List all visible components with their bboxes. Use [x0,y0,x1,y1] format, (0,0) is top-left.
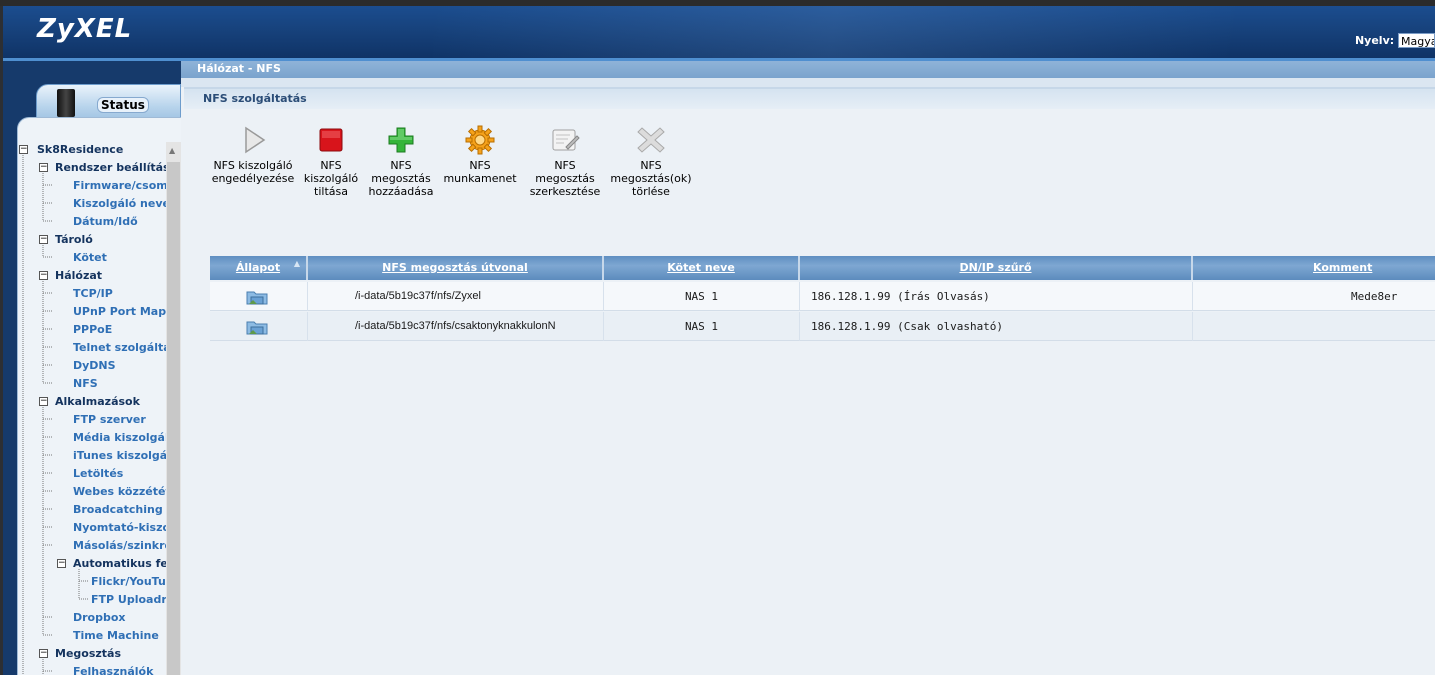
nfs-session-button[interactable]: NFS munkamenet [438,125,522,185]
column-header-filter-label: DN/IP szűrő [959,261,1032,274]
tree-item-time-machine[interactable]: Time Machine [73,629,159,643]
section-header: NFS szolgáltatás [184,87,1435,109]
tree-item-ftp-uploadr[interactable]: FTP Uploadr [91,593,167,607]
tree-item-ftp-server[interactable]: FTP szerver [73,413,146,427]
tree-item-print-server[interactable]: Nyomtató-kiszolgáló [73,521,181,535]
nas-device-icon [57,89,75,117]
language-selector: Nyelv: Magyar [1355,33,1435,48]
tree-item-sharing[interactable]: Megosztás [55,647,121,661]
tree-item-media-server[interactable]: Média kiszolgáló [73,431,176,445]
row-path-cell: /i-data/5b19c37f/nfs/Zyxel [308,282,604,311]
tree-item-users[interactable]: Felhasználók [73,665,153,675]
row-comment-cell [1193,312,1435,341]
add-share-label: NFS megosztás hozzáadása [368,159,434,198]
scroll-up-arrow-icon[interactable]: ▲ [169,146,175,155]
tree-item-network[interactable]: Hálózat [55,269,102,283]
row-status-cell [210,312,308,341]
tree-item-storage[interactable]: Tároló [55,233,93,247]
row-comment-cell: Mede8er [1351,290,1398,303]
column-header-comment[interactable]: Komment [1193,256,1435,280]
tree-toggle-network[interactable]: − [39,271,48,280]
nfs-session-label: NFS munkamenet [443,159,517,185]
disable-nfs-label: NFS kiszolgáló tiltása [303,159,359,198]
tree-item-sk8residence[interactable]: Sk8Residence [37,143,123,157]
disable-nfs-button[interactable]: NFS kiszolgáló tiltása [298,125,364,198]
zyxel-logo: ZyXEL [37,14,133,44]
tree-toggle-auto-upload[interactable]: − [57,559,66,568]
column-header-path-label: NFS megosztás útvonal [382,261,528,274]
tree-item-volume[interactable]: Kötet [73,251,107,265]
scrollbar-thumb[interactable] [167,162,180,675]
add-share-button[interactable]: NFS megosztás hozzáadása [364,125,438,198]
shared-folder-icon [246,321,268,335]
tree-toggle-root[interactable]: − [19,145,28,154]
row-status-cell [210,282,308,311]
tree-item-nfs[interactable]: NFS [73,377,98,391]
shared-folder-icon [246,291,268,305]
tree-scrollbar[interactable]: ▲ [166,142,181,675]
tree-item-dropbox[interactable]: Dropbox [73,611,126,625]
row-filter-cell: 186.128.1.99 (Csak olvasható) [800,312,1193,341]
tree-item-pppoe[interactable]: PPPoE [73,323,112,337]
row-path-cell: /i-data/5b19c37f/nfs/csaktonyknakkulonN [308,312,604,341]
tree-item-dydns[interactable]: DyDNS [73,359,116,373]
nfs-share-table: Állapot ▲ NFS megosztás útvonal Kötet ne… [210,256,1435,346]
enable-nfs-label: NFS kiszolgáló engedélyezése [211,159,295,185]
tree-item-copy-sync[interactable]: Másolás/szinkronizálás [73,539,181,553]
column-header-path[interactable]: NFS megosztás útvonal [308,256,604,280]
section-spacer [181,78,1435,87]
breadcrumb: Hálózat - NFS [197,62,281,75]
sort-ascending-icon: ▲ [293,259,300,268]
tree-toggle-storage[interactable]: − [39,235,48,244]
delete-share-button[interactable]: NFS megosztás(ok) törlése [606,125,696,198]
tree-item-telnet[interactable]: Telnet szolgáltatás [73,341,181,355]
tree-item-itunes[interactable]: iTunes kiszolgáló [73,449,179,463]
main-panel: Hálózat - NFS NFS szolgáltatás NFS kiszo… [181,61,1435,675]
delete-icon [636,125,666,155]
tree-toggle-system[interactable]: − [39,163,48,172]
column-header-status-label: Állapot [235,261,281,274]
content-area: NFS kiszolgáló engedélyezése NFS kiszolg… [184,109,1435,675]
language-dropdown[interactable]: Magyar [1398,33,1435,48]
tree-item-system-settings[interactable]: Rendszer beállítások [55,161,181,175]
tree-item-upnp[interactable]: UPnP Port Mapping [73,305,181,319]
play-icon [238,125,268,155]
stop-icon [316,125,346,155]
edit-share-label: NFS megosztás szerkesztése [529,159,601,198]
breadcrumb-bar: Hálózat - NFS [181,61,1435,78]
tree-item-download[interactable]: Letöltés [73,467,123,481]
tree-toggle-applications[interactable]: − [39,397,48,406]
edit-share-button[interactable]: NFS megosztás szerkesztése [522,125,608,198]
tree-item-tcpip[interactable]: TCP/IP [73,287,113,301]
tree-toggle-sharing[interactable]: − [39,649,48,658]
column-header-volume-label: Kötet neve [667,261,735,274]
tree-item-date-time[interactable]: Dátum/Idő [73,215,138,229]
table-row[interactable]: /i-data/5b19c37f/nfs/csaktonyknakkulonN … [210,312,1435,341]
column-header-volume[interactable]: Kötet neve [604,256,800,280]
tree-item-broadcatching[interactable]: Broadcatching [73,503,163,517]
language-label: Nyelv: [1354,34,1395,47]
navigation-tree: − Sk8Residence − Rendszer beállítások Fi… [17,117,181,675]
gear-icon [465,125,495,155]
table-row[interactable]: /i-data/5b19c37f/nfs/Zyxel NAS 1 186.128… [210,282,1435,311]
column-header-filter[interactable]: DN/IP szűrő [800,256,1193,280]
tree-item-applications[interactable]: Alkalmazások [55,395,140,409]
row-filter-cell: 186.128.1.99 (Írás Olvasás) [800,282,1193,311]
tree-item-server-name[interactable]: Kiszolgáló neve [73,197,170,211]
column-header-status[interactable]: Állapot ▲ [210,256,308,280]
row-volume-cell: NAS 1 [604,282,800,311]
section-title: NFS szolgáltatás [203,92,307,105]
tree-item-web-publishing[interactable]: Webes közzététel [73,485,181,499]
app-header: ZyXEL Nyelv: Magyar [3,6,1435,58]
tree-item-firmware[interactable]: Firmware/csomag [73,179,181,193]
edit-icon [550,125,580,155]
tree-item-auto-upload[interactable]: Automatikus feltöltés [73,557,181,571]
plus-icon [386,125,416,155]
status-label: Status [97,97,149,113]
column-header-comment-label: Komment [1313,261,1373,274]
enable-nfs-button[interactable]: NFS kiszolgáló engedélyezése [210,125,296,185]
row-volume-cell: NAS 1 [604,312,800,341]
delete-share-label: NFS megosztás(ok) törlése [610,159,692,198]
